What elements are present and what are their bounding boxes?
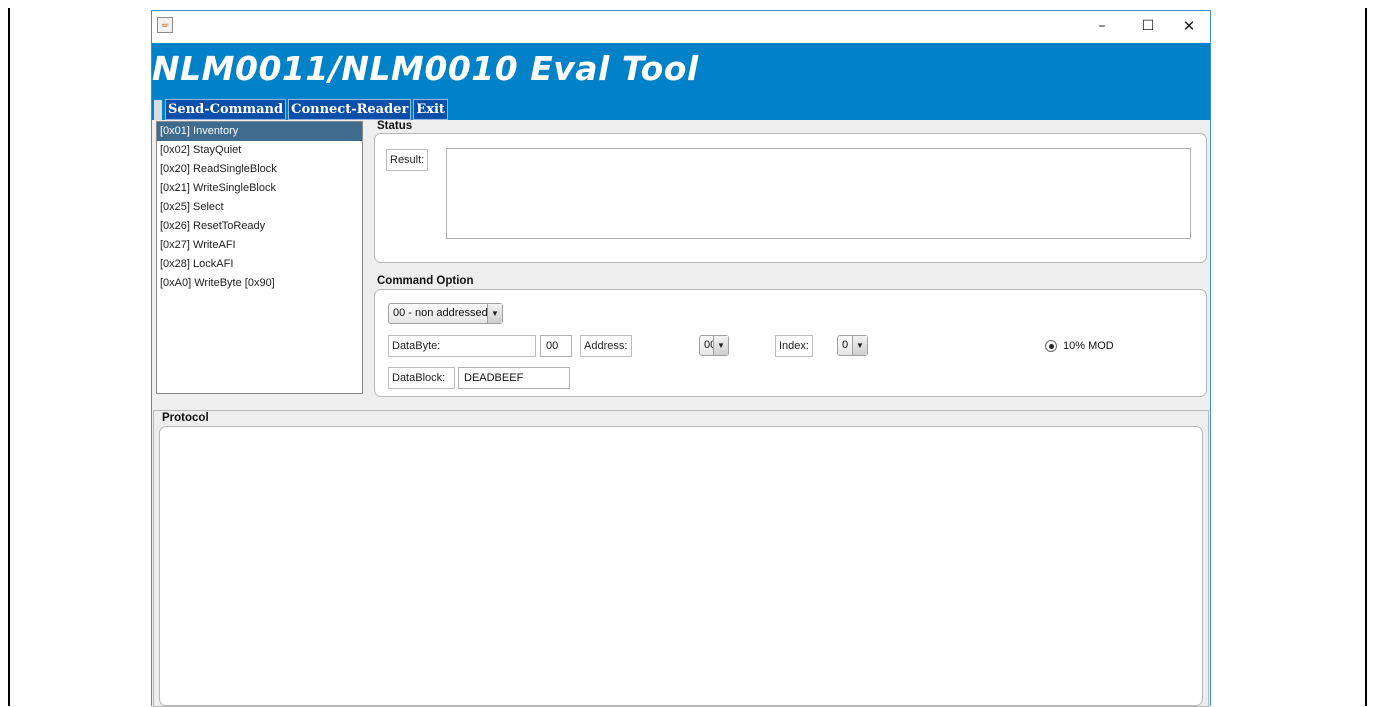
datablock-label: DataBlock: xyxy=(388,367,455,389)
java-cup-icon[interactable]: ☕ xyxy=(157,17,173,33)
address-mode-value: 00 - non addressed xyxy=(393,307,488,319)
list-item[interactable]: [0x21] WriteSingleBlock xyxy=(157,179,362,198)
command-option-section-title: Command Option xyxy=(377,275,474,287)
list-item[interactable]: [0x20] ReadSingleBlock xyxy=(157,160,362,179)
minimize-button[interactable]: – xyxy=(1090,15,1114,37)
menu-exit[interactable]: Exit xyxy=(413,99,448,120)
protocol-section-title: Protocol xyxy=(162,412,209,424)
chevron-down-icon: ▼ xyxy=(713,336,728,355)
command-list[interactable]: [0x01] Inventory [0x02] StayQuiet [0x20]… xyxy=(156,121,363,394)
index-value: 0 xyxy=(842,339,849,351)
app-window: ☕ – ☐ ✕ NLM0011/NLM0010 Eval Tool Send-C… xyxy=(151,10,1211,707)
list-item[interactable]: [0x02] StayQuiet xyxy=(157,141,362,160)
index-label: Index: xyxy=(775,335,813,357)
list-item[interactable]: [0xA0] WriteByte [0x90] xyxy=(157,274,362,293)
maximize-button[interactable]: ☐ xyxy=(1136,15,1160,37)
mod-10-radio[interactable] xyxy=(1045,340,1057,352)
page-left-border xyxy=(8,8,10,706)
main-content: [0x01] Inventory [0x02] StayQuiet [0x20]… xyxy=(152,120,1210,707)
mod-10-radio-label[interactable]: 10% MOD xyxy=(1063,337,1114,355)
app-banner: NLM0011/NLM0010 Eval Tool Send-Command C… xyxy=(152,43,1210,120)
title-bar: ☕ – ☐ ✕ xyxy=(152,11,1210,43)
databyte-field[interactable]: 00 xyxy=(540,335,572,357)
result-output[interactable] xyxy=(446,148,1191,239)
menu-bar-handle xyxy=(154,100,162,120)
status-section-title: Status xyxy=(377,120,413,132)
chevron-down-icon: ▼ xyxy=(487,304,502,323)
result-label: Result: xyxy=(386,149,429,171)
address-label: Address: xyxy=(580,335,632,357)
close-button[interactable]: ✕ xyxy=(1177,15,1201,37)
list-item[interactable]: [0x27] WriteAFI xyxy=(157,236,362,255)
address-mode-dropdown[interactable]: 00 - non addressed ▼ xyxy=(388,303,503,324)
list-item[interactable]: [0x28] LockAFI xyxy=(157,255,362,274)
app-title: NLM0011/NLM0010 Eval Tool xyxy=(152,49,699,88)
menu-send-command[interactable]: Send-Command xyxy=(165,99,287,120)
datablock-field[interactable]: DEADBEEF xyxy=(458,367,570,389)
list-item[interactable]: [0x25] Select xyxy=(157,198,362,217)
index-dropdown[interactable]: 0 ▼ xyxy=(837,335,868,356)
address-dropdown[interactable]: 00 ▼ xyxy=(699,335,729,356)
menu-bar: Send-Command Connect-Reader Exit xyxy=(152,92,450,120)
list-item[interactable]: [0x26] ResetToReady xyxy=(157,217,362,236)
command-option-panel: 00 - non addressed ▼ DataByte: 00 Addres… xyxy=(374,289,1207,397)
menu-connect-reader[interactable]: Connect-Reader xyxy=(288,99,412,120)
protocol-log[interactable] xyxy=(159,426,1203,706)
status-panel: Result: xyxy=(374,133,1207,263)
databyte-label: DataByte: xyxy=(388,335,536,357)
page-right-border xyxy=(1365,8,1367,706)
chevron-down-icon: ▼ xyxy=(852,336,867,355)
list-item[interactable]: [0x01] Inventory xyxy=(157,122,362,141)
